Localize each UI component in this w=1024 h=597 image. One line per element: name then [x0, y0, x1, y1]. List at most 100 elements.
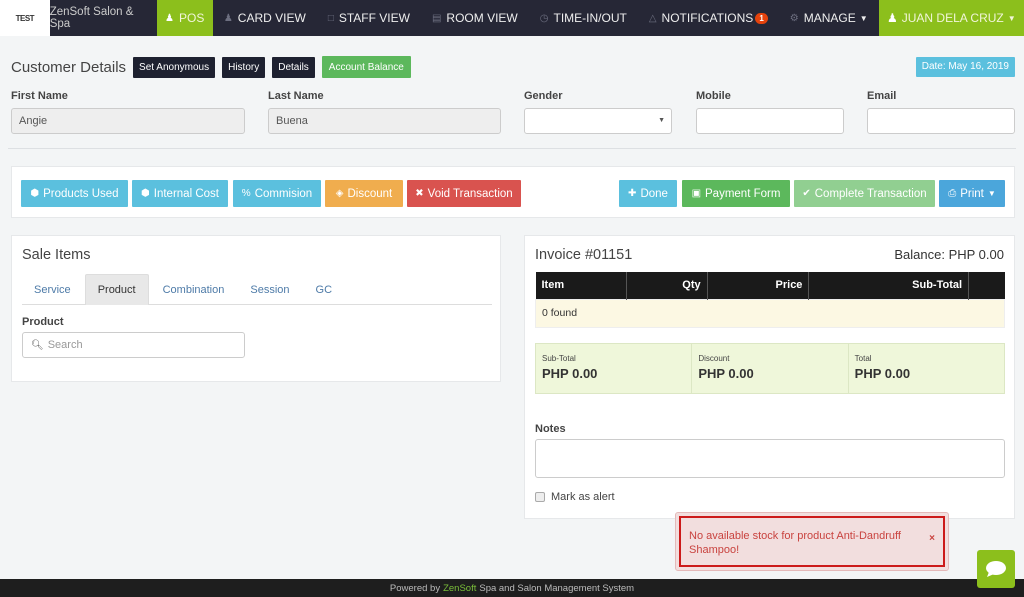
notes-label: Notes [535, 423, 566, 435]
footer-brand-link[interactable]: ZenSoft [443, 583, 476, 594]
nav-manage[interactable]: ⚙ MANAGE ▼ [779, 0, 879, 36]
error-toast-body: No available stock for product Anti-Dand… [679, 516, 945, 567]
done-button[interactable]: ✚ Done [619, 180, 677, 207]
total-label: Total [854, 354, 872, 363]
void-transaction-button[interactable]: ✖ Void Transaction [407, 180, 521, 207]
caret-down-icon: ▼ [859, 13, 868, 23]
internal-cost-button[interactable]: ⬢ Internal Cost [132, 180, 228, 207]
calendar-icon: □ [327, 12, 334, 24]
button-label: Commision [254, 187, 313, 200]
caret-down-icon: ▼ [987, 189, 996, 198]
divider [8, 148, 1016, 149]
tab-service[interactable]: Service [22, 274, 83, 305]
total-cell: Total PHP 0.00 [849, 344, 1004, 393]
details-button[interactable]: Details [272, 56, 315, 78]
nav-room-view[interactable]: ▤ ROOM VIEW [421, 0, 529, 36]
nav-label: POS [179, 11, 205, 25]
tab-combination[interactable]: Combination [151, 274, 237, 305]
nav-label: TIME-IN/OUT [553, 11, 627, 25]
tab-gc[interactable]: GC [304, 274, 345, 305]
account-balance-button[interactable]: Account Balance [321, 56, 411, 78]
invoice-balance: Balance: PHP 0.00 [894, 247, 1004, 262]
chat-button[interactable] [977, 550, 1015, 588]
email-label: Email [867, 90, 897, 102]
tag-icon: ◈ [335, 188, 344, 199]
discount-cell: Discount PHP 0.00 [692, 344, 849, 393]
complete-transaction-button[interactable]: ✔ Complete Transaction [794, 180, 935, 207]
nav-notifications[interactable]: △ NOTIFICATIONS 1 [638, 0, 779, 36]
button-label: Void Transaction [427, 187, 513, 200]
col-item: Item [535, 272, 627, 299]
button-label: Payment Form [705, 187, 781, 200]
product-label: Product [22, 316, 64, 328]
caret-down-icon: ▼ [1007, 13, 1016, 23]
mobile-label: Mobile [696, 90, 731, 102]
nav-label: NOTIFICATIONS [661, 11, 754, 25]
logo[interactable]: TEST [0, 0, 50, 36]
email-field[interactable] [867, 108, 1015, 134]
mark-as-alert-label: Mark as alert [551, 491, 615, 503]
subtotal-value: PHP 0.00 [542, 366, 598, 381]
check-icon: ✔ [802, 188, 811, 199]
invoice-totals: Sub-Total PHP 0.00 Discount PHP 0.00 Tot… [535, 343, 1005, 394]
print-button[interactable]: ⎙ Print ▼ [939, 180, 1005, 207]
error-toast: No available stock for product Anti-Dand… [675, 512, 949, 571]
percent-icon: % [241, 188, 251, 199]
user-name: JUAN DELA CRUZ [901, 11, 1004, 25]
mark-as-alert-checkbox[interactable] [535, 492, 545, 502]
close-icon[interactable]: × [929, 532, 935, 546]
set-anonymous-button[interactable]: Set Anonymous [133, 56, 216, 78]
invoice-panel: Invoice #01151 Balance: PHP 0.00 Item Qt… [524, 235, 1015, 519]
tab-session[interactable]: Session [238, 274, 301, 305]
nav-pos[interactable]: ♟ POS [156, 0, 213, 36]
history-button[interactable]: History [222, 56, 266, 78]
mark-as-alert[interactable]: Mark as alert [535, 491, 615, 503]
first-name-field[interactable]: Angie [11, 108, 245, 134]
discount-label: Discount [698, 354, 730, 363]
last-name-field[interactable]: Buena [268, 108, 501, 134]
subtotal-label: Sub-Total [542, 354, 576, 363]
mobile-field[interactable] [696, 108, 844, 134]
email-group: Email [867, 90, 1015, 134]
footer: Powered by ZenSoft Spa and Salon Managem… [0, 579, 1024, 597]
cube-icon: ⬢ [30, 188, 40, 199]
search-placeholder: Search [47, 339, 83, 351]
tab-product[interactable]: Product [84, 274, 149, 305]
customer-header: Customer Details Set Anonymous History D… [11, 56, 411, 78]
brand-name[interactable]: ZenSoft Salon & Spa [50, 0, 157, 36]
nav-card-view[interactable]: ♟ CARD VIEW [213, 0, 317, 36]
times-icon: ✖ [415, 188, 424, 199]
last-name-group: Last Name Buena [268, 90, 501, 134]
commision-button[interactable]: % Commision [233, 180, 321, 207]
clock-icon: ◷ [539, 12, 549, 24]
toast-message: No available stock for product Anti-Dand… [689, 530, 901, 556]
user-icon: ♟ [886, 11, 898, 25]
col-actions [968, 272, 1005, 299]
nav-label: STAFF VIEW [338, 11, 410, 25]
sale-items-panel: Sale Items Service Product Combination S… [11, 235, 501, 382]
table-header-row: Item Qty Price Sub-Total [535, 272, 1005, 299]
subtotal-cell: Sub-Total PHP 0.00 [536, 344, 693, 393]
plus-icon: ✚ [628, 188, 637, 199]
notes-textarea[interactable] [535, 439, 1005, 478]
last-name-label: Last Name [268, 90, 324, 102]
discount-button[interactable]: ◈ Discount [325, 180, 403, 207]
mobile-group: Mobile [696, 90, 844, 134]
customer-title: Customer Details [11, 58, 127, 76]
chat-bubble-icon [986, 561, 1006, 577]
print-icon: ⎙ [948, 188, 957, 199]
discount-value: PHP 0.00 [698, 366, 754, 381]
product-search-input[interactable]: 🔍︎ Search [22, 332, 245, 358]
gender-select[interactable]: ▼ [524, 108, 672, 134]
invoice-table: Item Qty Price Sub-Total 0 found [535, 272, 1005, 328]
user-menu[interactable]: ♟ JUAN DELA CRUZ ▼ [878, 0, 1024, 36]
button-label: Discount [347, 187, 393, 200]
nav-staff-view[interactable]: □ STAFF VIEW [317, 0, 421, 36]
users-icon: ♟ [223, 12, 233, 24]
payment-form-button[interactable]: ▣ Payment Form [682, 180, 790, 207]
footer-prefix: Powered by [389, 582, 441, 594]
nav-time-in-out[interactable]: ◷ TIME-IN/OUT [529, 0, 638, 36]
products-used-button[interactable]: ⬢ Products Used [21, 180, 128, 207]
table-row: 0 found [535, 298, 1005, 328]
button-label: Products Used [43, 187, 119, 200]
